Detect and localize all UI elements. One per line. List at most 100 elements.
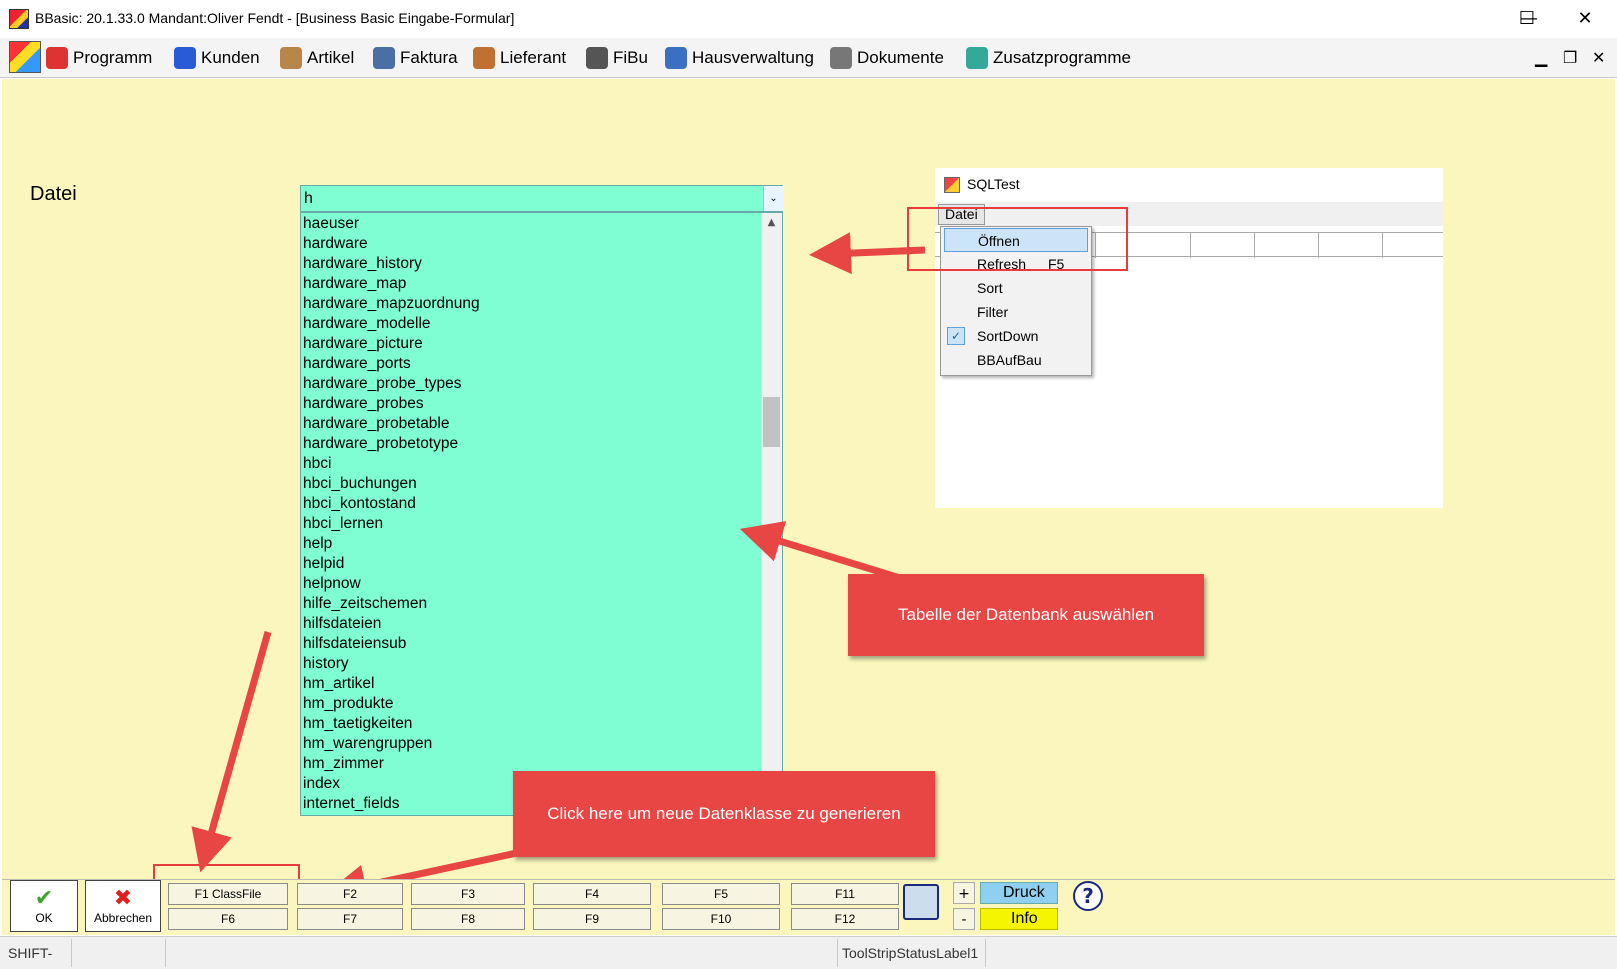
dropdown-list-item[interactable]: hardware_history	[303, 254, 759, 274]
menu-item-6[interactable]: Hausverwaltung	[665, 45, 814, 71]
fkey-button[interactable]: F11	[791, 883, 899, 905]
dropdown-list-item[interactable]: hm_artikel	[303, 674, 759, 694]
chevron-down-icon[interactable]: ⌄	[763, 186, 783, 211]
table-combo-input[interactable]: h	[300, 185, 783, 212]
menu-item-2[interactable]: Artikel	[280, 45, 354, 71]
menu-item-label: Hausverwaltung	[692, 48, 814, 67]
context-menu-label: BBAufBau	[977, 352, 1042, 368]
dropdown-list-item[interactable]: hbci_kontostand	[303, 494, 759, 514]
context-menu-item[interactable]: BBAufBau	[944, 348, 1088, 372]
grid-divider	[1254, 233, 1255, 258]
fkey-button[interactable]: F12	[791, 908, 899, 930]
dropdown-list-item[interactable]: hm_taetigkeiten	[303, 714, 759, 734]
fkey-button[interactable]: F6	[168, 908, 288, 930]
scrollbar-thumb[interactable]	[763, 397, 780, 447]
calculator-icon[interactable]	[903, 884, 939, 920]
fkey-button[interactable]: F1 ClassFile	[168, 883, 288, 905]
dropdown-list-item[interactable]: hbci_buchungen	[303, 474, 759, 494]
menu-item-0[interactable]: Programm	[46, 45, 152, 71]
highlight-oeffnen-box	[907, 207, 1128, 271]
ok-button[interactable]: ✔ OK	[10, 880, 78, 932]
menu-item-1[interactable]: Kunden	[174, 45, 260, 71]
druck-button[interactable]: Druck	[980, 882, 1058, 904]
window-title: BBasic: 20.1.33.0 Mandant:Oliver Fendt -…	[35, 10, 515, 26]
zoom-minus-button[interactable]: -	[953, 908, 975, 930]
cancel-icon: ✖	[113, 885, 133, 910]
context-menu-item[interactable]: Filter	[944, 300, 1088, 324]
datei-label: Datei	[30, 183, 77, 205]
close-button[interactable]: ✕	[1567, 6, 1603, 32]
dropdown-list-item[interactable]: hm_warengruppen	[303, 734, 759, 754]
dropdown-list-item[interactable]: hbci_lernen	[303, 514, 759, 534]
dropdown-list-item[interactable]: hilfsdateien	[303, 614, 759, 634]
menu-item-label: Faktura	[400, 48, 458, 67]
ok-label: OK	[35, 911, 53, 925]
maximize-button[interactable]: ☐	[1509, 6, 1545, 32]
fkey-button[interactable]: F3	[411, 883, 525, 905]
mdi-minimize-button[interactable]: ▁	[1535, 48, 1547, 67]
fkey-button[interactable]: F8	[411, 908, 525, 930]
dropdown-list-item[interactable]: hardware_modelle	[303, 314, 759, 334]
dropdown-list-item[interactable]: haeuser	[303, 214, 759, 234]
dropdown-list-item[interactable]: hardware_ports	[303, 354, 759, 374]
dropdown-list-item[interactable]: hilfe_zeitschemen	[303, 594, 759, 614]
document-icon	[830, 47, 852, 69]
dropdown-list-item[interactable]: hm_produkte	[303, 694, 759, 714]
info-button[interactable]: Info	[980, 908, 1058, 930]
menu-item-3[interactable]: Faktura	[373, 45, 458, 71]
menu-item-label: Lieferant	[500, 48, 567, 67]
sqltest-app-icon	[944, 177, 960, 193]
dropdown-list-item[interactable]: hardware_probe_types	[303, 374, 759, 394]
menu-bar: Programm Kunden Artikel Faktura Lieferant FiB…	[0, 38, 1617, 78]
menu-item-label: FiBu	[613, 48, 648, 67]
table-dropdown-list[interactable]: haeuser hardware hardware_history hardware_…	[300, 212, 783, 816]
dropdown-list-item[interactable]: helpid	[303, 554, 759, 574]
status-label: ToolStripStatusLabel1	[838, 939, 986, 967]
status-shift: SHIFT-Tas	[4, 939, 72, 967]
fkey-button[interactable]: F9	[533, 908, 651, 930]
programm-icon	[46, 47, 68, 69]
app-icon	[9, 9, 29, 29]
callout-table-select: Tabelle der Datenbank auswählen	[848, 574, 1204, 656]
dropdown-list-item[interactable]: hardware_mapzuordnung	[303, 294, 759, 314]
dropdown-list-item[interactable]: hardware_probes	[303, 394, 759, 414]
menu-item-label: Programm	[73, 48, 153, 67]
fkey-button[interactable]: F7	[297, 908, 403, 930]
help-icon[interactable]: ?	[1073, 881, 1103, 911]
dropdown-list-item[interactable]: helpnow	[303, 574, 759, 594]
menu-item-5[interactable]: FiBu	[586, 45, 648, 71]
menu-item-4[interactable]: Lieferant	[473, 45, 566, 71]
mdi-restore-button[interactable]: ❐	[1563, 48, 1577, 67]
zoom-plus-button[interactable]: +	[953, 882, 975, 904]
dropdown-list-item[interactable]: hardware	[303, 234, 759, 254]
bbasic-logo[interactable]	[9, 41, 41, 73]
puzzle-icon	[966, 47, 988, 69]
dropdown-list-item[interactable]: hbci	[303, 454, 759, 474]
fkey-button[interactable]: F4	[533, 883, 651, 905]
dropdown-list-item[interactable]: history	[303, 654, 759, 674]
dropdown-list-item[interactable]: hardware_picture	[303, 334, 759, 354]
dropdown-list-item[interactable]: hardware_map	[303, 274, 759, 294]
fkey-button[interactable]: F5	[662, 883, 780, 905]
checkmark-icon: ✓	[947, 327, 965, 345]
dropdown-list-item[interactable]: hardware_probetable	[303, 414, 759, 434]
building-icon	[373, 47, 395, 69]
context-menu-item[interactable]: ✓ SortDown	[944, 324, 1088, 348]
minimize-button-2	[1454, 6, 1490, 32]
house-icon	[665, 47, 687, 69]
abbrechen-label: Abbrechen	[93, 911, 153, 925]
check-icon: ✔	[34, 885, 54, 910]
calculator-icon	[586, 47, 608, 69]
abbrechen-button[interactable]: ✖ Abbrechen	[85, 880, 161, 932]
scroll-up-icon[interactable]: ▲	[761, 213, 782, 233]
fkey-button[interactable]: F2	[297, 883, 403, 905]
dropdown-list-item[interactable]: hilfsdateiensub	[303, 634, 759, 654]
context-menu-item[interactable]: Sort	[944, 276, 1088, 300]
dropdown-scrollbar[interactable]: ▲	[761, 213, 782, 815]
menu-item-7[interactable]: Dokumente	[830, 45, 944, 71]
fkey-button[interactable]: F10	[662, 908, 780, 930]
dropdown-list-item[interactable]: hardware_probetotype	[303, 434, 759, 454]
dropdown-list-item[interactable]: help	[303, 534, 759, 554]
mdi-close-button[interactable]: ✕	[1592, 48, 1605, 67]
menu-item-8[interactable]: Zusatzprogramme	[966, 45, 1131, 71]
